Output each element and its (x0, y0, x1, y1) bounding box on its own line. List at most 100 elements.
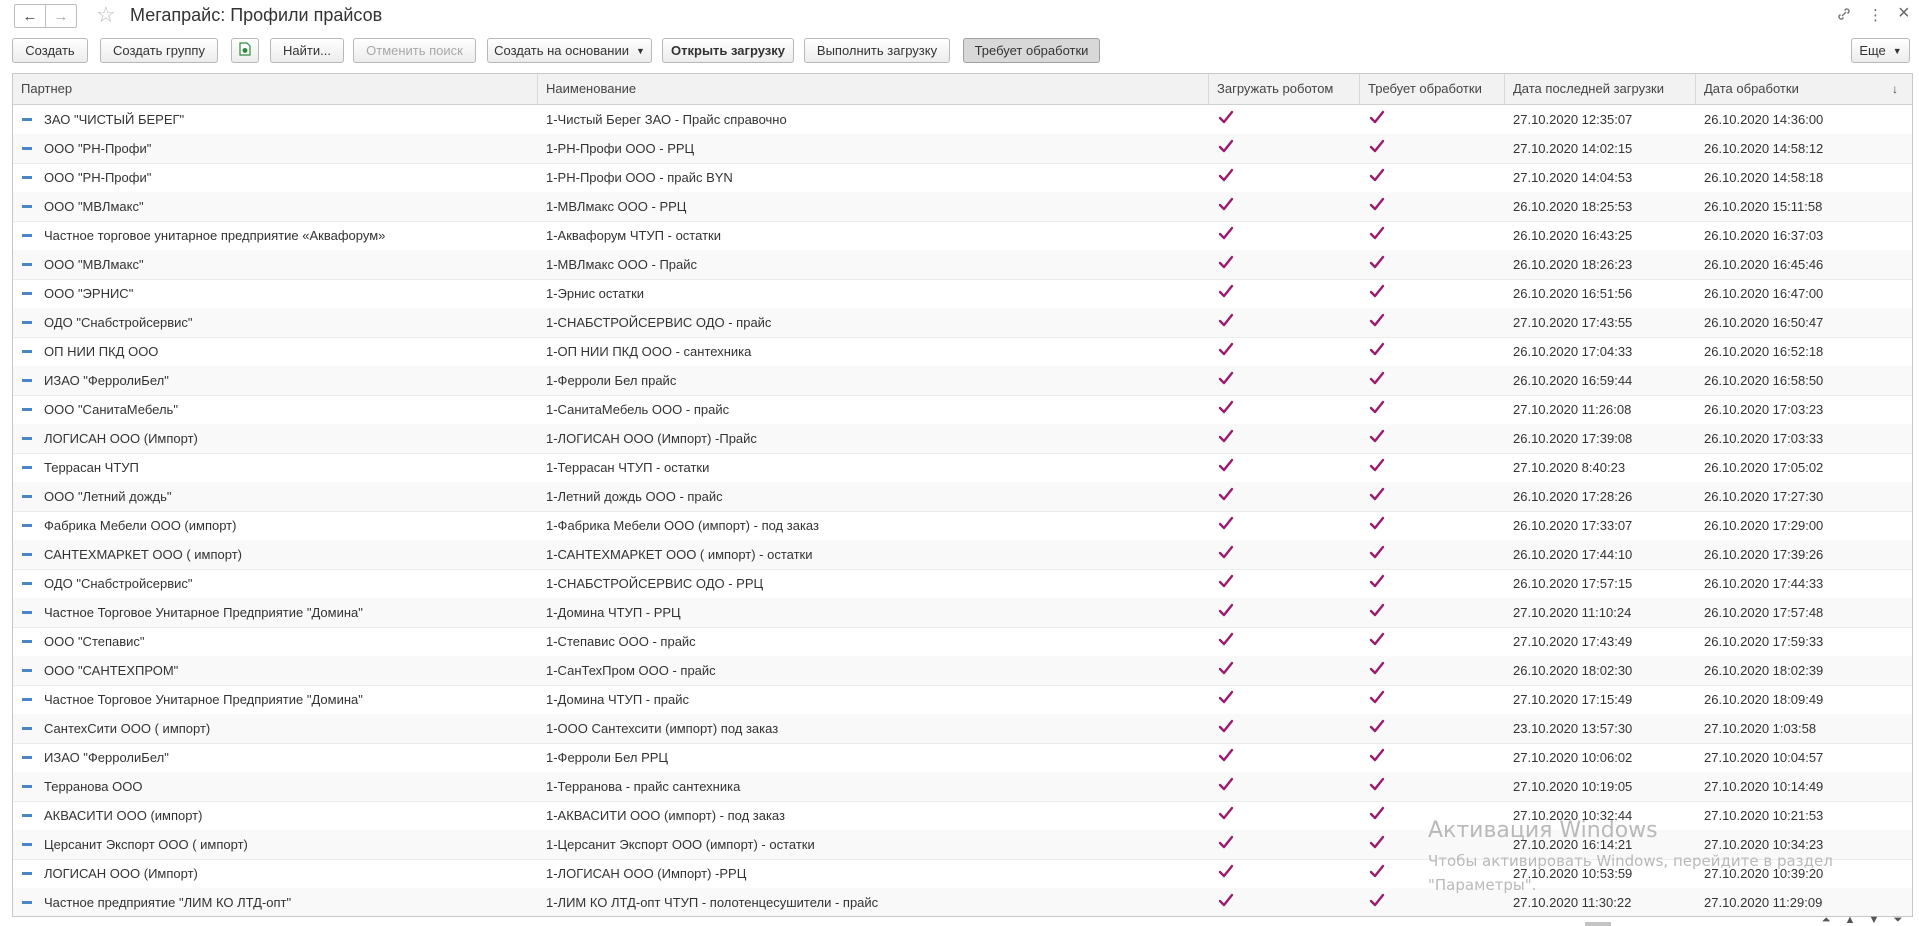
cell-processing (1360, 685, 1505, 714)
cell-name: 1-ОП НИИ ПКД ООО - сантехника (546, 344, 752, 359)
partner-text: ИЗАО "ФерролиБел" (44, 750, 169, 765)
cell-last-load: 26.10.2020 18:25:53 (1513, 199, 1633, 214)
cell-partner: ООО "МВЛмакс" (13, 192, 538, 221)
more-menu-icon[interactable]: ⋮ (1868, 6, 1883, 24)
table-row[interactable]: САНТЕХМАРКЕТ ООО ( импорт) 1-САНТЕХМАРКЕТ… (13, 540, 1912, 570)
table-row[interactable]: ООО "МВЛмакс" 1-МВЛмакс ООО - Прайс 26.10.… (13, 250, 1912, 280)
sort-descending-icon: ↓ (1892, 82, 1898, 96)
more-button[interactable]: Еще ▼ (1851, 38, 1910, 63)
checkmark-icon (1218, 139, 1234, 153)
column-header-processed-date[interactable]: Дата обработки ↓ (1696, 74, 1912, 104)
cell-processing (1360, 598, 1505, 627)
cell-processed-date: 26.10.2020 18:02:39 (1704, 663, 1824, 678)
cell-last-load: 26.10.2020 18:02:30 (1513, 663, 1633, 678)
cell-robot (1209, 772, 1360, 801)
link-icon[interactable] (1836, 6, 1852, 26)
command-bar: Создать Создать группу Найти... Отменить… (0, 38, 1919, 66)
cell-partner: ООО "РН-Профи" (13, 134, 538, 163)
table-row[interactable]: Террасан ЧТУП 1-Террасан ЧТУП - остатки 27… (13, 453, 1912, 483)
cell-robot (1209, 743, 1360, 772)
cancel-search-button[interactable]: Отменить поиск (353, 38, 476, 63)
checkmark-icon (1218, 864, 1234, 878)
column-header-processing[interactable]: Требует обработки (1360, 74, 1505, 104)
column-header-last-load[interactable]: Дата последней загрузки (1505, 74, 1696, 104)
table-row[interactable]: ЗАО "ЧИСТЫЙ БЕРЕГ" 1-Чистый Берег ЗАО - П… (13, 105, 1912, 135)
forward-button[interactable]: → (45, 4, 77, 28)
table-row[interactable]: ООО "РН-Профи" 1-РН-Профи ООО - РРЦ 27.10.… (13, 134, 1912, 164)
table-row[interactable]: Частное Торговое Унитарное Предприятие "… (13, 598, 1912, 628)
checkmark-icon (1218, 197, 1234, 211)
table-row[interactable]: ИЗАО "ФерролиБел" 1-Ферроли Бел РРЦ 27.10.… (13, 743, 1912, 773)
create-group-button[interactable]: Создать группу (100, 38, 218, 63)
cell-robot (1209, 830, 1360, 859)
run-upload-button[interactable]: Выполнить загрузку (804, 38, 950, 63)
cell-last-load: 27.10.2020 10:32:44 (1513, 808, 1633, 823)
cell-partner: ИЗАО "ФерролиБел" (13, 743, 538, 772)
create-button[interactable]: Создать (12, 38, 88, 63)
table-row[interactable]: Фабрика Мебели ООО (импорт) 1-Фабрика Меб… (13, 511, 1912, 541)
checkmark-icon (1218, 284, 1234, 298)
table-row[interactable]: Терранова ООО 1-Терранова - прайс сантехн… (13, 772, 1912, 802)
checkmark-icon (1369, 864, 1385, 878)
table-row[interactable]: Частное Торговое Унитарное Предприятие "… (13, 685, 1912, 715)
table-row[interactable]: ООО "РН-Профи" 1-РН-Профи ООО - прайс BYN… (13, 163, 1912, 193)
partner-text: ЛОГИСАН ООО (Импорт) (44, 866, 198, 881)
scroll-up-icon[interactable]: ▲ (1840, 914, 1860, 926)
horizontal-scroll-thumb[interactable] (1585, 922, 1611, 926)
table-row[interactable]: Частное предприятие "ЛИМ КО ЛТД-опт" 1-ЛИ… (13, 888, 1912, 916)
table-row[interactable]: ИЗАО "ФерролиБел" 1-Ферроли Бел прайс 26.1… (13, 366, 1912, 396)
table-row[interactable]: ЛОГИСАН ООО (Импорт) 1-ЛОГИСАН ООО (Импор… (13, 424, 1912, 454)
table-row[interactable]: ООО "ЭРНИС" 1-Эрнис остатки 26.10.2020 16:… (13, 279, 1912, 309)
row-item-icon (22, 698, 32, 701)
table-row[interactable]: ЛОГИСАН ООО (Импорт) 1-ЛОГИСАН ООО (Импор… (13, 859, 1912, 889)
cell-processed-date: 26.10.2020 14:58:12 (1704, 141, 1824, 156)
cell-processing (1360, 511, 1505, 540)
scroll-bottom-icon[interactable]: ⏷ (1888, 914, 1908, 926)
close-icon[interactable]: × (1898, 2, 1910, 25)
cell-name: 1-Степавис ООО - прайс (546, 634, 696, 649)
requires-processing-toggle[interactable]: Требует обработки (963, 38, 1100, 63)
cell-partner: ООО "МВЛмакс" (13, 250, 538, 279)
table-row[interactable]: ОП НИИ ПКД ООО 1-ОП НИИ ПКД ООО - сантехн… (13, 337, 1912, 367)
create-based-on-button[interactable]: Создать на основании ▼ (487, 38, 652, 63)
cell-processing (1360, 656, 1505, 685)
checkmark-icon (1369, 139, 1385, 153)
column-header-name[interactable]: Наименование (538, 74, 1209, 104)
checkmark-icon (1218, 371, 1234, 385)
table-row[interactable]: АКВАСИТИ ООО (импорт) 1-АКВАСИТИ ООО (имп… (13, 801, 1912, 831)
favorite-star-icon[interactable]: ☆ (96, 2, 116, 28)
cell-partner: ОДО "Снабстройсервис" (13, 308, 538, 337)
back-button[interactable]: ← (14, 4, 46, 28)
scroll-down-icon[interactable]: ▼ (1864, 914, 1884, 926)
table-row[interactable]: Церсанит Экспорт ООО ( импорт) 1-Церсанит… (13, 830, 1912, 860)
table-row[interactable]: ООО "Степавис" 1-Степавис ООО - прайс 27.1… (13, 627, 1912, 657)
cell-processing (1360, 743, 1505, 772)
checkmark-icon (1218, 313, 1234, 327)
partner-text: Терранова ООО (44, 779, 143, 794)
column-header-partner[interactable]: Партнер (13, 74, 538, 104)
table-row[interactable]: Частное торговое унитарное предприятие «… (13, 221, 1912, 251)
cell-last-load: 27.10.2020 16:14:21 (1513, 837, 1633, 852)
find-button[interactable]: Найти... (270, 38, 344, 63)
table-row[interactable]: ООО "Летний дождь" 1-Летний дождь ООО - п… (13, 482, 1912, 512)
cell-processing (1360, 830, 1505, 859)
cell-partner: ОДО "Снабстройсервис" (13, 569, 538, 598)
checkmark-icon (1218, 748, 1234, 762)
cell-last-load: 26.10.2020 16:51:56 (1513, 286, 1633, 301)
table-row[interactable]: ООО "МВЛмакс" 1-МВЛмакс ООО - РРЦ 26.10.20… (13, 192, 1912, 222)
table-row[interactable]: ООО "СанитаМебель" 1-СанитаМебель ООО - п… (13, 395, 1912, 425)
row-item-icon (22, 205, 32, 208)
partner-text: ООО "РН-Профи" (44, 141, 152, 156)
scroll-top-icon[interactable]: ⏶ (1816, 914, 1836, 926)
cell-last-load: 26.10.2020 17:39:08 (1513, 431, 1633, 446)
cell-robot (1209, 424, 1360, 453)
open-upload-button[interactable]: Открыть загрузку (662, 38, 794, 63)
checkmark-icon (1218, 806, 1234, 820)
table-row[interactable]: ООО "САНТЕХПРОМ" 1-СанТехПром ООО - прайс… (13, 656, 1912, 686)
cell-robot (1209, 250, 1360, 279)
upload-file-button[interactable] (231, 38, 259, 63)
table-row[interactable]: ОДО "Снабстройсервис" 1-СНАБСТРОЙСЕРВИС О… (13, 308, 1912, 338)
table-row[interactable]: СантехСити ООО ( импорт) 1-ООО Сантехсити… (13, 714, 1912, 744)
column-header-robot[interactable]: Загружать роботом (1209, 74, 1360, 104)
table-row[interactable]: ОДО "Снабстройсервис" 1-СНАБСТРОЙСЕРВИС О… (13, 569, 1912, 599)
